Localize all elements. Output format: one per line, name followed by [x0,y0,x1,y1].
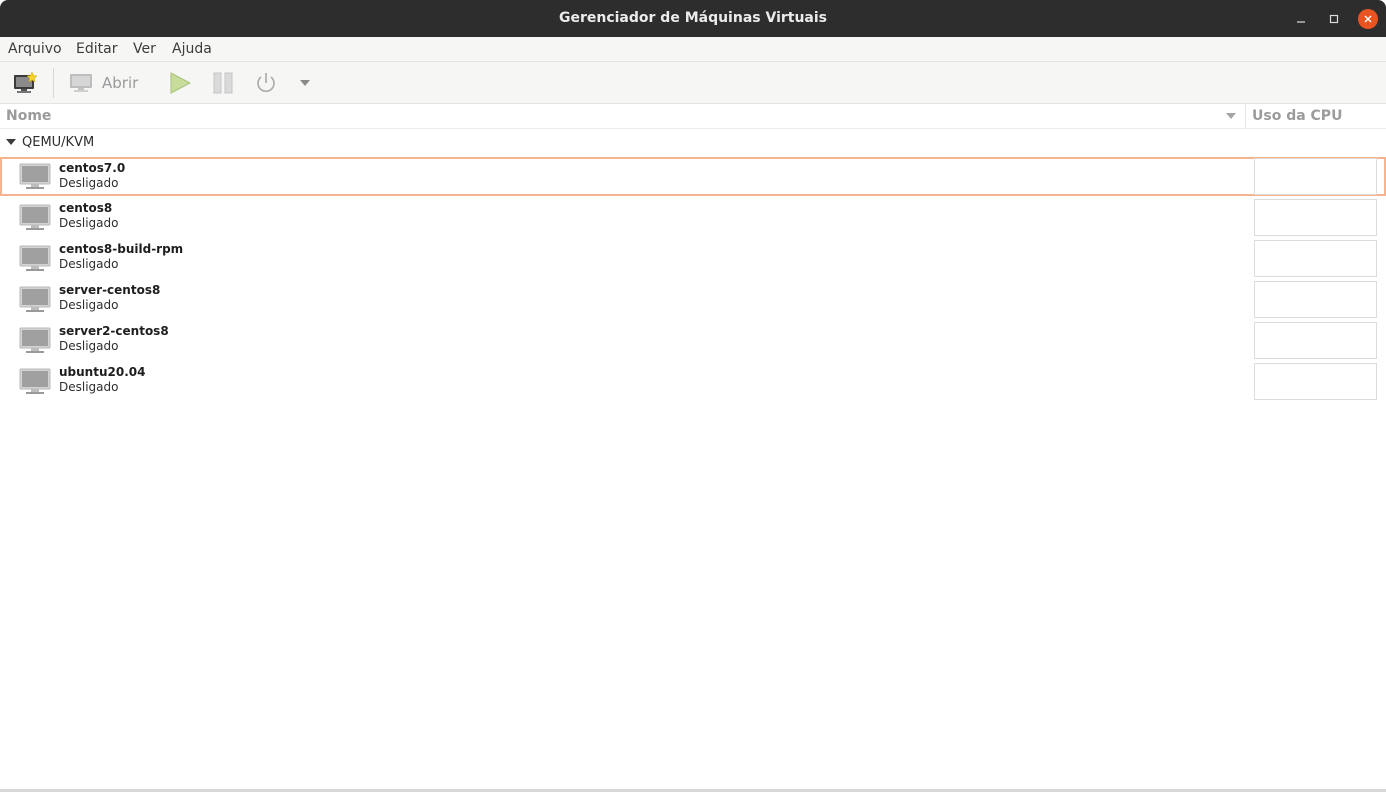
play-icon [170,72,192,94]
vm-name: centos8 [59,201,113,215]
column-divider[interactable] [1245,104,1246,128]
connection-group[interactable]: QEMU/KVM [0,133,600,153]
vm-status: Desligado [59,216,119,230]
vm-status: Desligado [59,380,119,394]
shutdown-button[interactable] [252,69,280,97]
column-cpu-header[interactable]: Uso da CPU [1252,108,1342,124]
cpu-usage-graph [1254,158,1377,195]
vm-name: centos8-build-rpm [59,242,184,256]
vm-monitor-icon [19,245,51,271]
vm-name: ubuntu20.04 [59,365,146,379]
vm-name: server-centos8 [59,283,161,297]
minimize-button[interactable] [1291,9,1311,29]
column-header: Nome Uso da CPU [0,104,1386,129]
cpu-usage-graph [1254,363,1377,400]
vm-row[interactable]: ubuntu20.04 Desligado [0,362,1386,401]
sort-arrow-icon[interactable] [1226,113,1236,120]
chevron-down-icon [300,80,310,86]
maximize-button[interactable] [1324,9,1344,29]
vm-monitor-icon [19,327,51,353]
cpu-usage-graph [1254,322,1377,359]
open-button[interactable]: Abrir [68,69,148,97]
shutdown-menu-button[interactable] [296,69,314,97]
vm-row[interactable]: centos8-build-rpm Desligado [0,239,1386,278]
menu-ver[interactable]: Ver [133,41,156,57]
vm-row[interactable]: server2-centos8 Desligado [0,321,1386,360]
run-button[interactable] [166,69,194,97]
toolbar: Abrir [0,62,1386,104]
power-icon [257,73,275,92]
vm-row[interactable]: server-centos8 Desligado [0,280,1386,319]
column-name-header[interactable]: Nome [6,108,51,124]
open-label: Abrir [102,74,139,92]
vm-row[interactable]: centos8 Desligado [0,198,1386,237]
window-title: Gerenciador de Máquinas Virtuais [558,10,828,26]
vm-name: centos7.0 [59,161,126,175]
vm-status: Desligado [59,298,119,312]
vm-name: server2-centos8 [59,324,169,338]
toolbar-separator [53,68,54,98]
vm-status: Desligado [59,176,119,190]
menu-editar[interactable]: Editar [76,41,117,57]
menu-arquivo[interactable]: Arquivo [8,41,62,57]
close-icon [1364,15,1372,23]
cpu-usage-graph [1254,199,1377,236]
new-vm-button[interactable] [10,69,40,97]
menu-ajuda[interactable]: Ajuda [172,41,212,57]
vm-monitor-icon [19,286,51,312]
new-vm-icon [14,71,38,93]
title-bar: Gerenciador de Máquinas Virtuais [0,0,1386,37]
cpu-usage-graph [1254,281,1377,318]
maximize-icon [1329,14,1339,24]
menu-bar: Arquivo Editar Ver Ajuda [0,37,1386,62]
connection-label: QEMU/KVM [22,135,95,150]
vm-monitor-icon [19,163,51,189]
vm-monitor-icon [19,204,51,230]
vm-row[interactable]: centos7.0 Desligado [0,157,1386,196]
vm-monitor-icon [19,368,51,394]
minimize-icon [1297,21,1305,23]
vm-status: Desligado [59,257,119,271]
pause-icon [213,72,233,94]
close-button[interactable] [1358,9,1378,29]
monitor-icon [70,74,92,92]
vm-status: Desligado [59,339,119,353]
cpu-usage-graph [1254,240,1377,277]
expander-down-icon[interactable] [6,139,16,146]
pause-button[interactable] [209,69,237,97]
